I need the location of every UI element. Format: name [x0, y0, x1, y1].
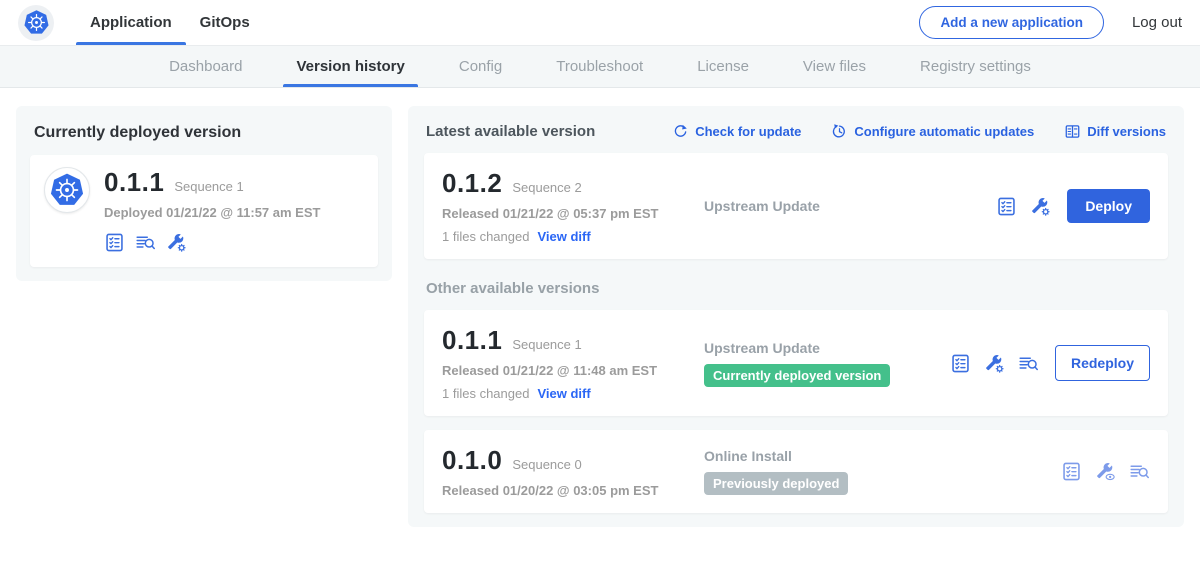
view-config-icon[interactable]	[1095, 461, 1116, 482]
tab-registry-settings[interactable]: Registry settings	[893, 46, 1058, 87]
check-for-update-label: Check for update	[695, 124, 801, 139]
version-number: 0.1.0	[442, 445, 502, 476]
currently-deployed-panel: Currently deployed version 0.1.1 Sequenc…	[16, 106, 392, 281]
sequence-label: Sequence 0	[512, 457, 581, 472]
released-timestamp: Released 01/20/22 @ 03:05 pm EST	[442, 483, 704, 498]
app-logo-kubernetes-icon	[44, 167, 90, 213]
deployed-sequence-label: Sequence 1	[174, 179, 243, 194]
files-changed-label: 1 files changed	[442, 229, 529, 244]
version-card-0-1-1: 0.1.1 Sequence 1 Released 01/21/22 @ 11:…	[424, 310, 1168, 416]
version-number: 0.1.1	[442, 325, 502, 356]
tab-config[interactable]: Config	[432, 46, 529, 87]
deploy-logs-icon[interactable]	[135, 232, 156, 253]
sequence-label: Sequence 1	[512, 337, 581, 352]
topnav-spacer	[264, 0, 920, 45]
tab-license[interactable]: License	[670, 46, 776, 87]
edit-config-icon[interactable]	[166, 232, 187, 253]
refresh-icon	[672, 123, 689, 140]
main-content: Currently deployed version 0.1.1 Sequenc…	[0, 88, 1200, 527]
configure-automatic-updates-label: Configure automatic updates	[854, 124, 1034, 139]
add-application-button[interactable]: Add a new application	[919, 6, 1104, 39]
other-available-versions-title: Other available versions	[426, 280, 1166, 297]
nav-tab-application-label: Application	[90, 14, 172, 31]
latest-available-version-title: Latest available version	[426, 123, 595, 140]
configure-automatic-updates-link[interactable]: Configure automatic updates	[831, 123, 1034, 140]
preflight-checks-icon[interactable]	[950, 353, 971, 374]
tab-dashboard[interactable]: Dashboard	[142, 46, 269, 87]
diff-versions-link[interactable]: Diff versions	[1064, 123, 1166, 140]
view-diff-link[interactable]: View diff	[537, 229, 590, 244]
edit-config-icon[interactable]	[1030, 196, 1051, 217]
version-number: 0.1.2	[442, 168, 502, 199]
files-changed-label: 1 files changed	[442, 386, 529, 401]
top-nav: Application GitOps Add a new application…	[0, 0, 1200, 46]
preflight-checks-icon[interactable]	[104, 232, 125, 253]
diff-icon	[1064, 123, 1081, 140]
version-source-label: Online Install	[704, 448, 1061, 464]
currently-deployed-title: Currently deployed version	[34, 124, 374, 142]
edit-config-icon[interactable]	[984, 353, 1005, 374]
sequence-label: Sequence 2	[512, 180, 581, 195]
preflight-checks-icon[interactable]	[996, 196, 1017, 217]
nav-tab-application[interactable]: Application	[76, 0, 186, 45]
view-diff-link[interactable]: View diff	[537, 386, 590, 401]
deploy-logs-icon[interactable]	[1018, 353, 1039, 374]
tab-version-history[interactable]: Version history	[269, 46, 431, 87]
app-subnav: Dashboard Version history Config Trouble…	[0, 46, 1200, 88]
deploy-button[interactable]: Deploy	[1067, 189, 1150, 223]
schedule-icon	[831, 123, 848, 140]
version-card-0-1-2: 0.1.2 Sequence 2 Released 01/21/22 @ 05:…	[424, 153, 1168, 259]
previously-deployed-badge: Previously deployed	[704, 472, 848, 495]
available-versions-panel: Latest available version Check for updat…	[408, 106, 1184, 527]
released-timestamp: Released 01/21/22 @ 11:48 am EST	[442, 363, 704, 378]
logout-button[interactable]: Log out	[1132, 14, 1182, 31]
tab-view-files[interactable]: View files	[776, 46, 893, 87]
version-source-label: Upstream Update	[704, 340, 950, 356]
deployed-version-number: 0.1.1	[104, 167, 164, 198]
preflight-checks-icon[interactable]	[1061, 461, 1082, 482]
released-timestamp: Released 01/21/22 @ 05:37 pm EST	[442, 206, 704, 221]
nav-tab-gitops-label: GitOps	[200, 14, 250, 31]
diff-versions-label: Diff versions	[1087, 124, 1166, 139]
currently-deployed-badge: Currently deployed version	[704, 364, 890, 387]
deploy-logs-icon[interactable]	[1129, 461, 1150, 482]
tab-troubleshoot[interactable]: Troubleshoot	[529, 46, 670, 87]
nav-tab-gitops[interactable]: GitOps	[186, 0, 264, 45]
deployed-version-card: 0.1.1 Sequence 1 Deployed 01/21/22 @ 11:…	[30, 155, 378, 267]
deployed-timestamp: Deployed 01/21/22 @ 11:57 am EST	[104, 205, 320, 220]
version-source-label: Upstream Update	[704, 198, 996, 214]
redeploy-button[interactable]: Redeploy	[1055, 345, 1150, 381]
check-for-update-link[interactable]: Check for update	[672, 123, 801, 140]
app-brand	[18, 0, 54, 45]
kubernetes-logo-icon	[18, 5, 54, 41]
version-card-0-1-0: 0.1.0 Sequence 0 Released 01/20/22 @ 03:…	[424, 430, 1168, 513]
